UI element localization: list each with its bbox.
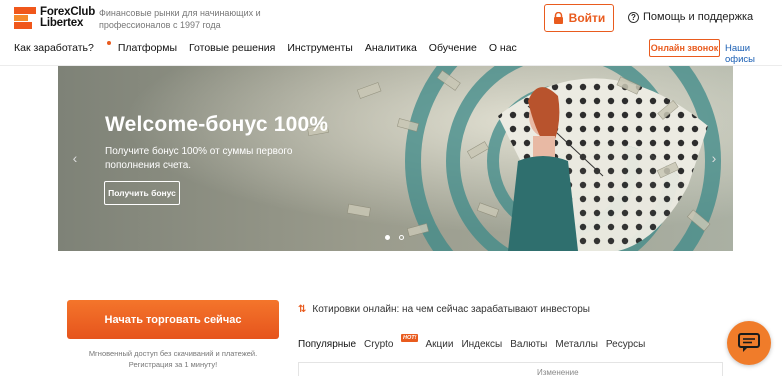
nav-item-how-to-earn[interactable]: Как заработать? xyxy=(14,41,111,54)
tab-popular[interactable]: Популярные xyxy=(298,339,356,350)
get-bonus-button[interactable]: Получить бонус xyxy=(104,181,180,205)
carousel-dot[interactable] xyxy=(385,235,390,240)
carousel-prev-icon[interactable]: ‹ xyxy=(67,149,83,167)
offices-link[interactable]: Наши офисы xyxy=(725,43,782,65)
quotes-heading: ⇅ Котировки онлайн: на чем сейчас зараба… xyxy=(298,304,590,315)
logo-mark-icon xyxy=(14,7,36,29)
nav-item-tools[interactable]: Инструменты xyxy=(287,42,352,54)
tab-currencies[interactable]: Валюты xyxy=(510,339,547,350)
column-header-change: Изменение xyxy=(537,368,579,376)
logo[interactable]: ForexClub Libertex xyxy=(14,6,95,29)
nav-item-analytics[interactable]: Аналитика xyxy=(365,42,417,54)
site-header: ForexClub Libertex Финансовые рынки для … xyxy=(0,0,782,66)
help-label: Помощь и поддержка xyxy=(643,11,754,23)
quotes-table: Изменение xyxy=(298,362,723,376)
trade-note: Мгновенный доступ без скачиваний и плате… xyxy=(88,349,258,369)
login-button[interactable]: Войти xyxy=(544,4,614,32)
tagline: Финансовые рынки для начинающих и профес… xyxy=(99,8,261,30)
question-icon: ? xyxy=(628,11,639,23)
exchange-arrows-icon: ⇅ xyxy=(298,304,307,315)
hero-banner[interactable]: Welcome-бонус 100% Получите бонус 100% о… xyxy=(58,66,733,251)
logo-line-2: Libertex xyxy=(40,17,84,29)
carousel-dot[interactable] xyxy=(399,235,404,240)
hero-subtitle: Получите бонус 100% от суммы первого поп… xyxy=(105,146,293,171)
tab-indices[interactable]: Индексы xyxy=(461,339,502,350)
start-trading-button[interactable]: Начать торговать сейчас xyxy=(67,300,279,339)
carousel-next-icon[interactable]: › xyxy=(706,149,722,167)
chat-icon xyxy=(738,333,760,352)
new-dot-icon xyxy=(106,41,111,45)
nav-item-ready-solutions[interactable]: Готовые решения xyxy=(189,42,275,54)
main-nav: Как заработать? Платформы Готовые решени… xyxy=(14,41,529,54)
chat-button[interactable] xyxy=(727,321,771,365)
quotes-tabs: Популярные Crypto HOT! Акции Индексы Валю… xyxy=(298,334,653,350)
tab-metals[interactable]: Металлы xyxy=(555,339,598,350)
login-label: Войти xyxy=(568,11,606,25)
quotes-heading-text: Котировки онлайн: на чем сейчас зарабаты… xyxy=(312,304,590,315)
online-call-button[interactable]: Онлайн звонок xyxy=(649,39,720,57)
nav-item-platforms[interactable]: Платформы xyxy=(118,42,177,54)
nav-item-education[interactable]: Обучение xyxy=(429,42,477,54)
carousel-dots xyxy=(385,235,404,240)
lock-icon xyxy=(553,12,563,24)
nav-item-about[interactable]: О нас xyxy=(489,42,517,54)
hot-badge: HOT! xyxy=(401,334,419,342)
tab-resources[interactable]: Ресурсы xyxy=(606,339,645,350)
hero-title: Welcome-бонус 100% xyxy=(105,113,329,136)
tab-stocks[interactable]: Акции xyxy=(425,339,453,350)
help-link[interactable]: ? Помощь и поддержка xyxy=(628,11,753,23)
tab-crypto[interactable]: Crypto HOT! xyxy=(364,334,419,350)
